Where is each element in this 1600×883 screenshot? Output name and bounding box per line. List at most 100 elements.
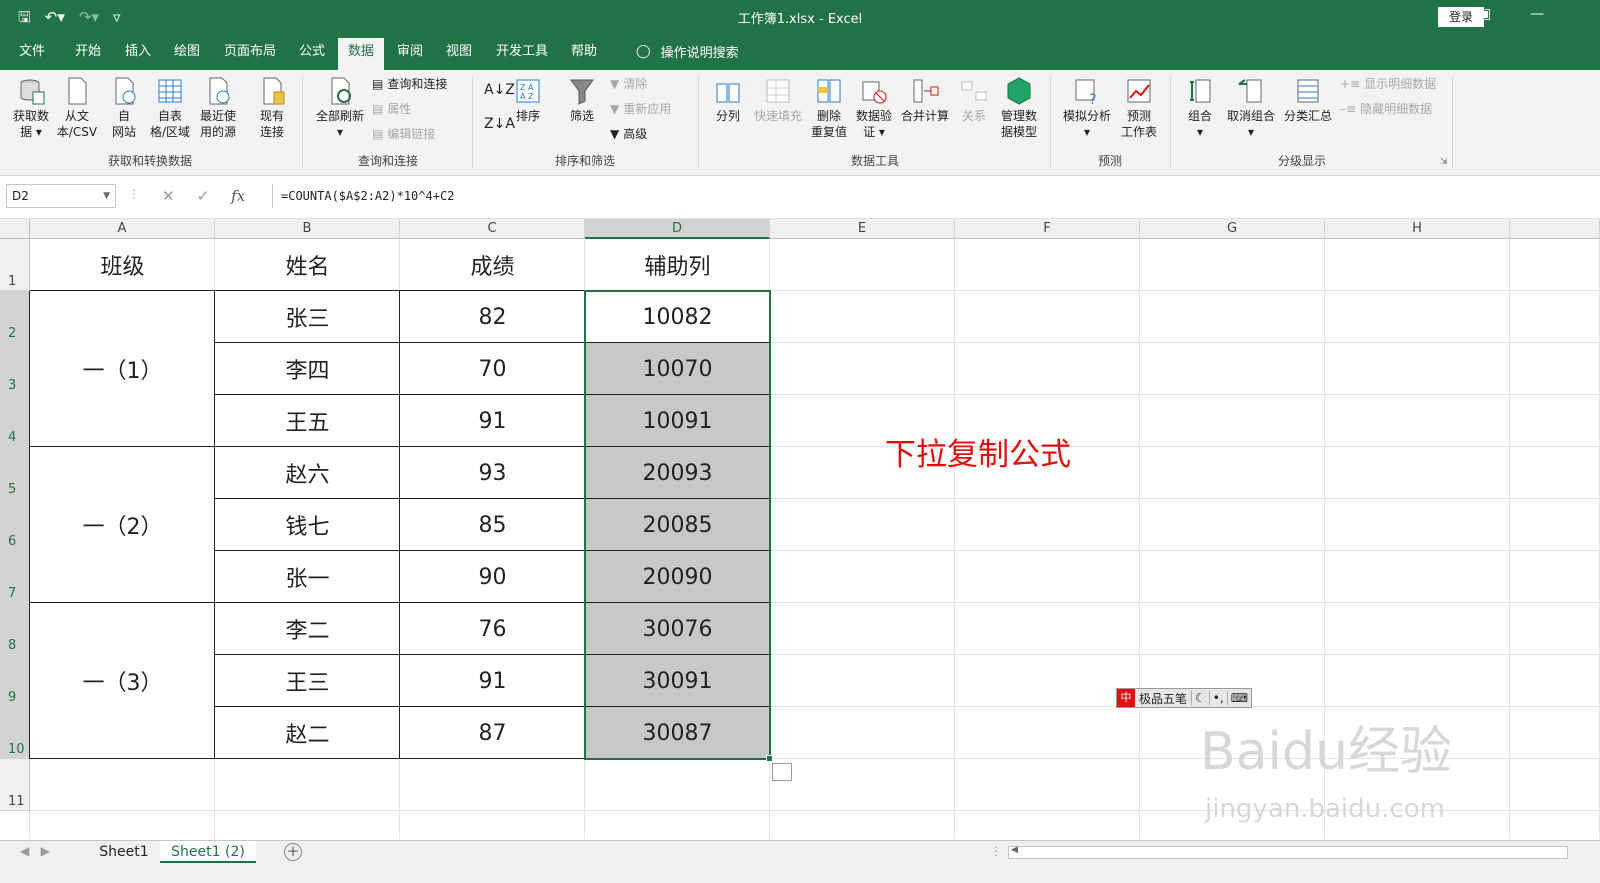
class-cell[interactable]: 一（1） [30, 291, 215, 447]
horizontal-scrollbar[interactable]: ◀ [1008, 845, 1568, 859]
insert-function-icon[interactable]: fx [231, 187, 245, 205]
minimize-icon[interactable]: — [1530, 6, 1544, 22]
quick-analysis-icon[interactable] [772, 763, 792, 781]
manage-data-model-button[interactable]: 管理数 据模型 [996, 76, 1042, 140]
subtotal-button[interactable]: 分类汇总 [1280, 76, 1336, 124]
recent-sources-button[interactable]: 最近使 用的源 [196, 76, 240, 140]
ungroup-button[interactable]: 取消组合 ▾ [1222, 76, 1280, 140]
row-header[interactable]: 11 [0, 759, 30, 811]
dialog-launcher-icon[interactable]: ⇲ [1440, 154, 1448, 170]
name-box[interactable]: D2 ▼ [6, 184, 116, 208]
score-cell[interactable]: 85 [400, 499, 585, 551]
reapply-button[interactable]: ▼ 重新应用 [610, 101, 671, 117]
refresh-all-button[interactable]: 全部刷新 ▾ [310, 76, 370, 140]
punctuation-icon[interactable]: •, [1208, 691, 1227, 705]
row-header[interactable]: 8 [0, 603, 30, 655]
clear-filter-button[interactable]: ▼ 清除 [610, 76, 647, 92]
name-cell[interactable]: 张三 [215, 291, 400, 343]
tab-developer[interactable]: 开发工具 [490, 42, 554, 70]
splitter-icon[interactable]: ⋮ [990, 844, 1002, 858]
column-header-b[interactable]: B [215, 219, 400, 239]
relationships-button[interactable]: 关系 [956, 76, 992, 124]
row-header[interactable]: 2 [0, 291, 30, 343]
keyboard-icon[interactable]: ⌨ [1226, 691, 1251, 705]
table-header-cell[interactable]: 成绩 [400, 239, 585, 291]
ime-mode-icon[interactable]: 中 [1117, 689, 1135, 707]
score-cell[interactable]: 82 [400, 291, 585, 343]
row-header[interactable]: 3 [0, 343, 30, 395]
name-cell[interactable]: 王三 [215, 655, 400, 707]
select-all-corner[interactable] [0, 219, 30, 239]
data-validation-button[interactable]: 数据验 证 ▾ [852, 76, 896, 140]
tab-insert[interactable]: 插入 [116, 42, 160, 70]
tell-me-search[interactable]: ◯ 操作说明搜索 [636, 42, 739, 61]
tab-view[interactable]: 视图 [437, 42, 481, 70]
column-header-f[interactable]: F [955, 219, 1140, 239]
class-cell[interactable]: 一（2） [30, 447, 215, 603]
score-cell[interactable]: 93 [400, 447, 585, 499]
queries-connections-button[interactable]: ▤ 查询和连接 [372, 76, 447, 92]
score-cell[interactable]: 90 [400, 551, 585, 603]
row-header[interactable]: 1 [0, 239, 30, 291]
add-sheet-icon[interactable]: + [284, 843, 302, 861]
worksheet-grid[interactable]: A B C D E F G H 1 2 3 4 5 6 7 8 9 10 11 班级 姓名 成绩 辅助列 一（1） 一（2） 一（… [0, 219, 1600, 840]
cancel-icon[interactable]: ✕ [162, 187, 175, 205]
tab-help[interactable]: 帮助 [562, 42, 606, 70]
column-header-d[interactable]: D [585, 219, 770, 239]
ime-toolbar[interactable]: 中极品五笔 ☾ •, ⌨ [1116, 688, 1252, 708]
from-table-button[interactable]: 自表 格/区域 [146, 76, 194, 140]
tab-review[interactable]: 审阅 [388, 42, 432, 70]
row-header[interactable]: 7 [0, 551, 30, 603]
score-cell[interactable]: 91 [400, 395, 585, 447]
tab-page-layout[interactable]: 页面布局 [218, 42, 282, 70]
ribbon-display-icon[interactable]: ▣ [1478, 6, 1491, 22]
forecast-sheet-button[interactable]: 预测 工作表 [1116, 76, 1162, 140]
score-cell[interactable]: 76 [400, 603, 585, 655]
advanced-filter-button[interactable]: ▼ 高级 [610, 126, 647, 142]
row-header[interactable]: 4 [0, 395, 30, 447]
flash-fill-button[interactable]: 快速填充 [750, 76, 806, 124]
column-header-a[interactable]: A [30, 219, 215, 239]
column-header-blank[interactable] [1510, 219, 1600, 239]
table-header-cell[interactable]: 班级 [30, 239, 215, 291]
tab-data[interactable]: 数据 [338, 38, 384, 70]
column-header-c[interactable]: C [400, 219, 585, 239]
existing-connections-button[interactable]: 现有 连接 [252, 76, 292, 140]
sheet-nav-arrows[interactable]: ◀ ▶ [20, 844, 50, 858]
tab-file[interactable]: 文件 [10, 42, 54, 70]
name-cell[interactable]: 赵六 [215, 447, 400, 499]
class-cell[interactable]: 一（3） [30, 603, 215, 759]
group-button[interactable]: 组合 ▾ [1180, 76, 1220, 140]
row-header[interactable]: 10 [0, 707, 30, 759]
scroll-left-icon[interactable]: ◀ [1011, 845, 1018, 855]
from-web-button[interactable]: 自 网站 [104, 76, 144, 140]
edit-links-button[interactable]: ▤ 编辑链接 [372, 126, 435, 142]
row-header[interactable]: 9 [0, 655, 30, 707]
get-data-button[interactable]: 获取数 据 ▾ [8, 76, 54, 140]
from-text-csv-button[interactable]: 从文 本/CSV [56, 76, 98, 140]
column-header-e[interactable]: E [770, 219, 955, 239]
fill-handle[interactable] [766, 755, 773, 762]
table-header-cell[interactable]: 姓名 [215, 239, 400, 291]
score-cell[interactable]: 87 [400, 707, 585, 759]
sheet-tab[interactable]: Sheet1 [88, 841, 160, 863]
tab-formulas[interactable]: 公式 [290, 42, 334, 70]
name-cell[interactable]: 赵二 [215, 707, 400, 759]
text-to-columns-button[interactable]: 分列 [708, 76, 748, 124]
what-if-analysis-button[interactable]: ? 模拟分析 ▾ [1058, 76, 1116, 140]
column-header-g[interactable]: G [1140, 219, 1325, 239]
hide-detail-button[interactable]: –≡ 隐藏明细数据 [1340, 101, 1432, 117]
column-header-h[interactable]: H [1325, 219, 1510, 239]
consolidate-button[interactable]: 合并计算 [898, 76, 952, 124]
name-cell[interactable]: 李二 [215, 603, 400, 655]
name-cell[interactable]: 张一 [215, 551, 400, 603]
name-cell[interactable]: 钱七 [215, 499, 400, 551]
name-cell[interactable]: 李四 [215, 343, 400, 395]
show-detail-button[interactable]: +≡ 显示明细数据 [1340, 76, 1436, 92]
tab-home[interactable]: 开始 [66, 42, 110, 70]
table-header-cell[interactable]: 辅助列 [585, 239, 770, 291]
enter-icon[interactable]: ✓ [197, 187, 210, 205]
sort-button[interactable]: Z AA Z 排序 [510, 76, 546, 124]
row-header[interactable]: 6 [0, 499, 30, 551]
formula-input[interactable]: =COUNTA($A$2:A2)*10^4+C2 [272, 184, 1594, 208]
